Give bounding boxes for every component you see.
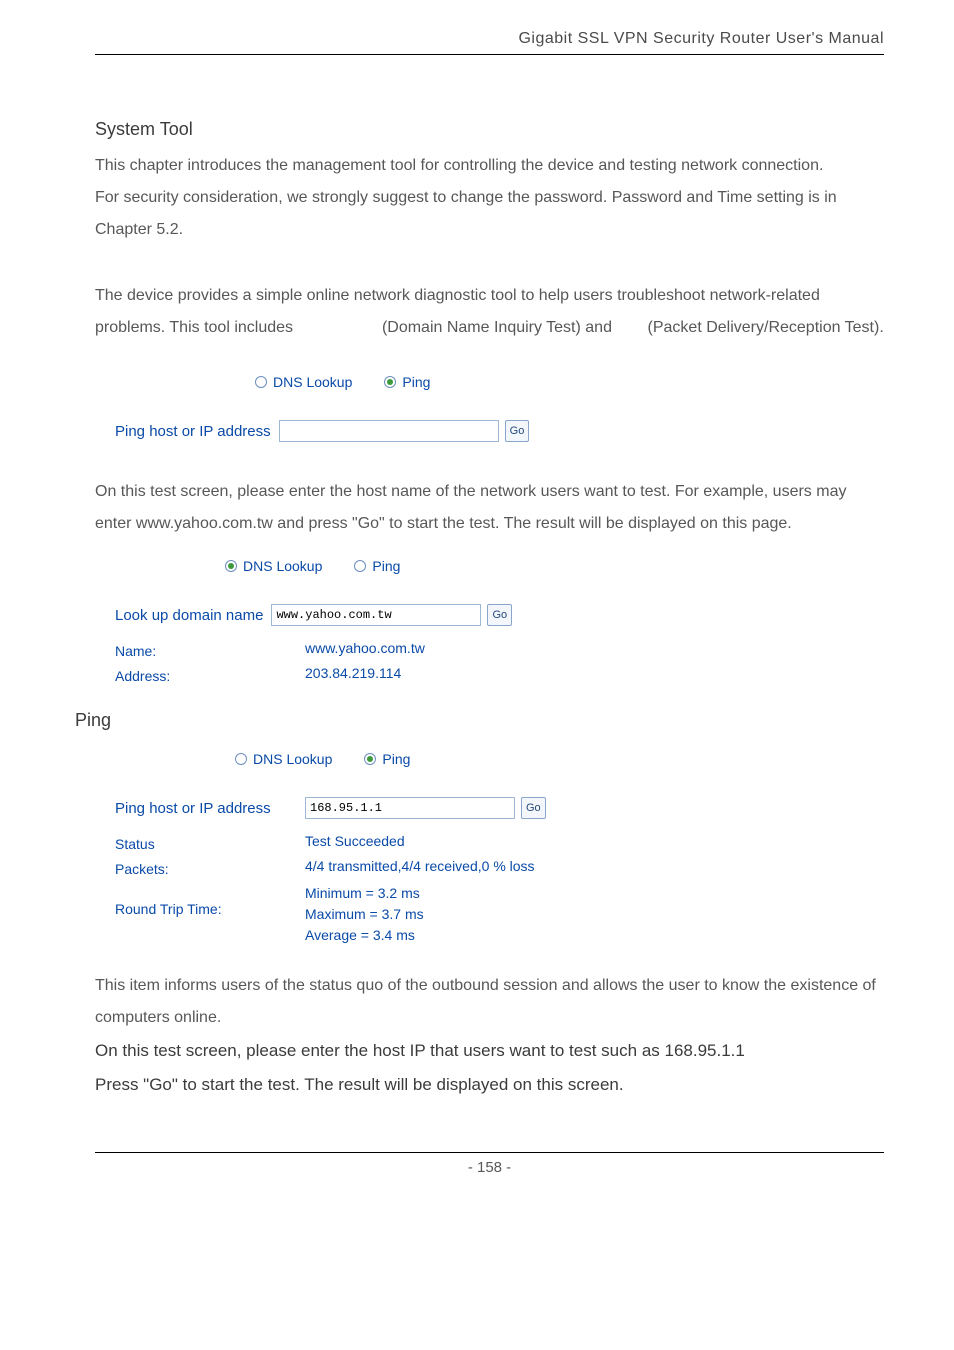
diag-radio-row: DNS Lookup Ping [255, 374, 884, 390]
radio-circle-icon [235, 753, 247, 765]
ping-packets-label: Packets: [115, 858, 305, 877]
ping-desc-p3: Press "Go" to start the test. The result… [95, 1068, 884, 1102]
go-button-ping[interactable]: Go [521, 797, 546, 819]
radio-ping-2[interactable]: Ping [354, 558, 400, 574]
address-label: Address: [115, 665, 305, 684]
system-tool-p3b: (Domain Name Inquiry Test) and [382, 319, 612, 336]
ping-host-row-top: Ping host or IP address Go [115, 420, 884, 442]
system-tool-p2: For security consideration, we strongly … [95, 182, 884, 246]
radio-dns-lookup-label: DNS Lookup [273, 374, 352, 390]
dns-result-block: Name: www.yahoo.com.tw Address: 203.84.2… [115, 640, 884, 684]
radio-dns-lookup-3[interactable]: DNS Lookup [235, 751, 332, 767]
lookup-input[interactable] [271, 604, 481, 626]
lookup-row: Look up domain name Go [115, 604, 884, 626]
ping-status-value: Test Succeeded [305, 833, 405, 849]
address-value: 203.84.219.114 [305, 665, 401, 681]
go-button-top[interactable]: Go [505, 420, 530, 442]
header-rule [95, 54, 884, 55]
ping-heading: Ping [75, 710, 884, 731]
ping-host-row: Ping host or IP address Go [115, 797, 884, 819]
page-footer: - 158 - [95, 1152, 884, 1176]
ping-desc-p1: This item informs users of the status qu… [95, 970, 884, 1034]
radio-dns-lookup-2-label: DNS Lookup [243, 558, 322, 574]
system-tool-p3c: (Packet Delivery/Reception Test). [648, 319, 884, 336]
radio-circle-icon [354, 560, 366, 572]
name-value: www.yahoo.com.tw [305, 640, 425, 656]
ping-radio-row: DNS Lookup Ping [235, 751, 884, 767]
radio-dns-lookup[interactable]: DNS Lookup [255, 374, 352, 390]
ping-host-label-top: Ping host or IP address [115, 423, 271, 440]
name-label: Name: [115, 640, 305, 659]
dns-radio-row: DNS Lookup Ping [225, 558, 884, 574]
radio-circle-icon [255, 376, 267, 388]
radio-ping-3-label: Ping [382, 751, 410, 767]
ping-rtt-label: Round Trip Time: [115, 883, 305, 917]
ping-rtt-avg: Average = 3.4 ms [305, 925, 424, 946]
lookup-label: Look up domain name [115, 607, 263, 624]
radio-circle-icon [364, 753, 376, 765]
radio-circle-icon [384, 376, 396, 388]
ping-packets-value: 4/4 transmitted,4/4 received,0 % loss [305, 858, 535, 874]
system-tool-heading: System Tool [95, 119, 884, 140]
footer-rule [95, 1152, 884, 1153]
footer-page-number: - 158 - [95, 1159, 884, 1176]
radio-ping-3[interactable]: Ping [364, 751, 410, 767]
ping-rtt-value: Minimum = 3.2 ms Maximum = 3.7 ms Averag… [305, 883, 424, 946]
ping-desc-p2: On this test screen, please enter the ho… [95, 1034, 884, 1068]
ping-rtt-max: Maximum = 3.7 ms [305, 904, 424, 925]
ping-result-block: Status Test Succeeded Packets: 4/4 trans… [115, 833, 884, 946]
page-header: Gigabit SSL VPN Security Router User's M… [95, 30, 884, 55]
radio-dot-icon [367, 756, 373, 762]
radio-ping-label: Ping [402, 374, 430, 390]
system-tool-p1: This chapter introduces the management t… [95, 150, 884, 182]
ping-status-label: Status [115, 833, 305, 852]
go-button-lookup[interactable]: Go [487, 604, 512, 626]
radio-dot-icon [228, 563, 234, 569]
system-tool-p3: The device provides a simple online netw… [95, 280, 884, 344]
radio-dns-lookup-3-label: DNS Lookup [253, 751, 332, 767]
ping-rtt-min: Minimum = 3.2 ms [305, 883, 424, 904]
radio-ping-2-label: Ping [372, 558, 400, 574]
radio-ping[interactable]: Ping [384, 374, 430, 390]
ping-host-label: Ping host or IP address [115, 800, 297, 817]
radio-dot-icon [387, 379, 393, 385]
radio-circle-icon [225, 560, 237, 572]
ping-host-input-top[interactable] [279, 420, 499, 442]
dns-desc-p1: On this test screen, please enter the ho… [95, 476, 884, 540]
radio-dns-lookup-2[interactable]: DNS Lookup [225, 558, 322, 574]
header-title: Gigabit SSL VPN Security Router User's M… [95, 30, 884, 54]
ping-host-input[interactable] [305, 797, 515, 819]
